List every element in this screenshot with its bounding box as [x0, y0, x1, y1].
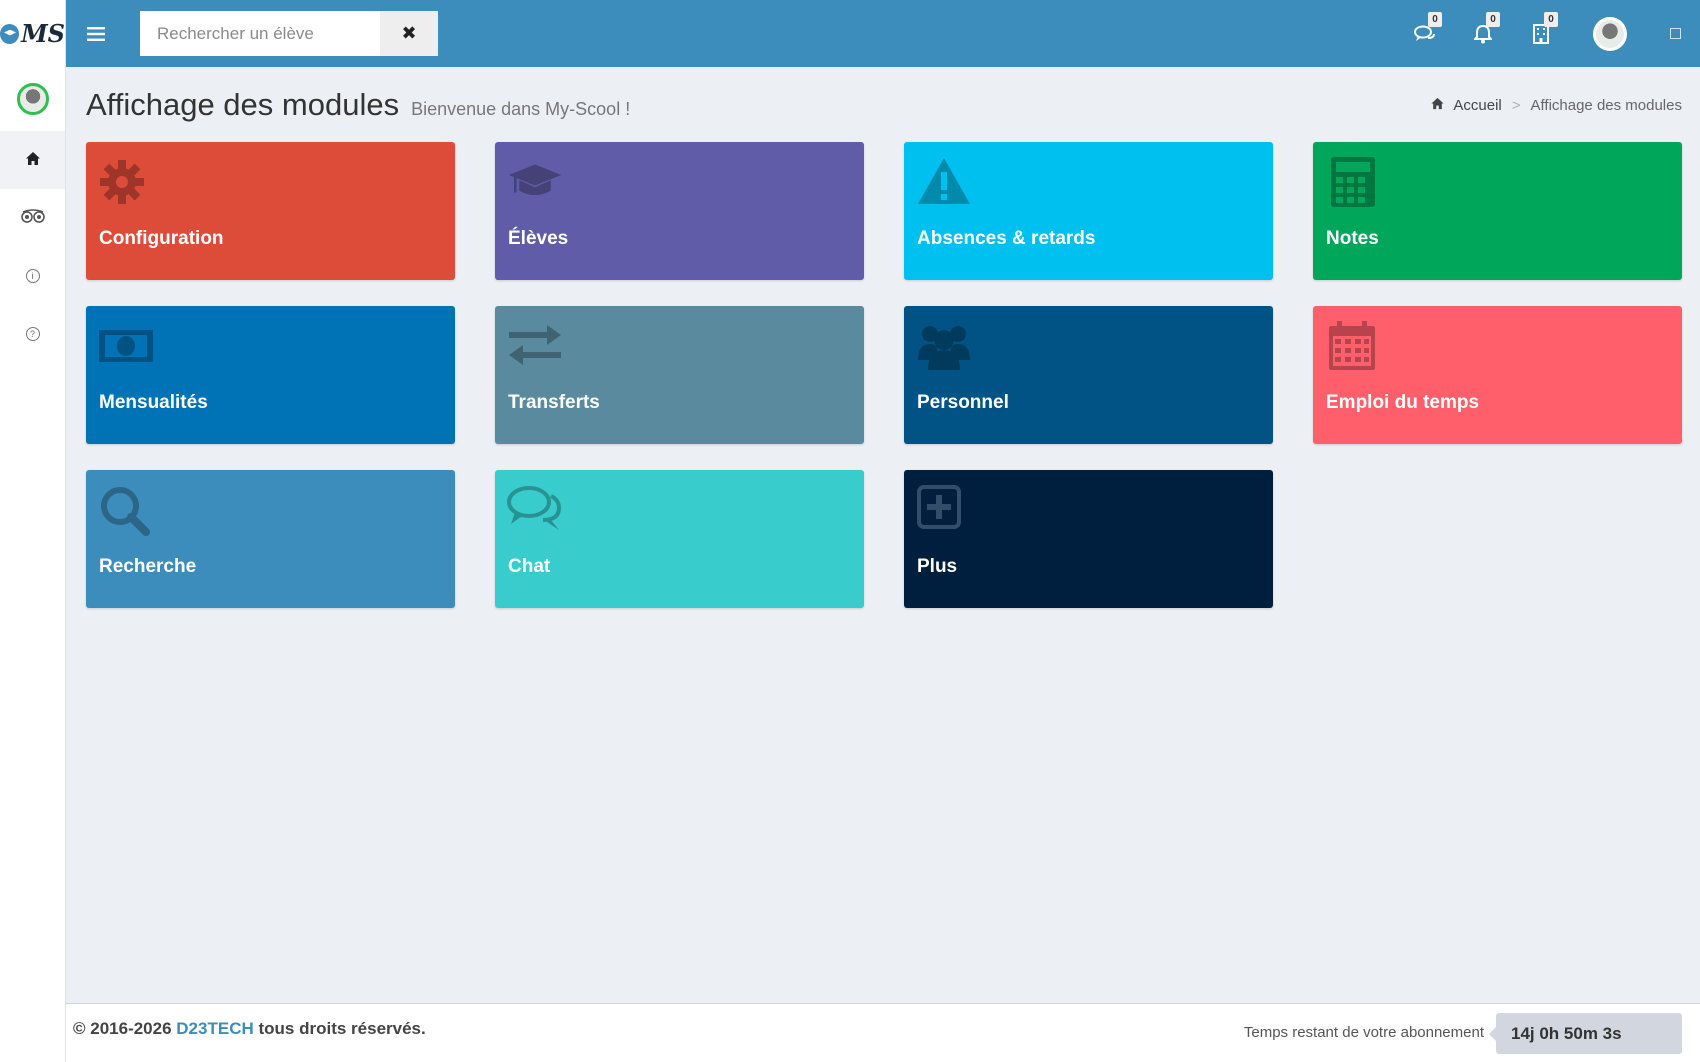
- sidebar-item-help[interactable]: ?: [0, 305, 65, 363]
- footer: © 2016-2026 D23TECH tous droits réservés…: [66, 1003, 1700, 1062]
- copyright-prefix: © 2016-2026: [73, 1019, 172, 1038]
- module-label: Mensualités: [99, 392, 208, 413]
- tasks-button[interactable]: 0: [1512, 0, 1570, 67]
- page-title: Affichage des modules: [86, 87, 400, 122]
- module-label: Plus: [917, 556, 958, 577]
- copyright: © 2016-2026 D23TECH tous droits réservés…: [73, 1019, 426, 1039]
- module-tile-chat[interactable]: Chat: [495, 470, 864, 608]
- search-icon: [98, 484, 154, 536]
- warning-icon: [916, 156, 972, 208]
- gear-icon: [98, 156, 154, 208]
- graduation-cap-icon: [507, 156, 563, 208]
- search-input[interactable]: [140, 11, 380, 56]
- module-tile-configuration[interactable]: Configuration: [86, 142, 455, 280]
- user-avatar: [16, 83, 49, 115]
- exchange-icon: [507, 320, 563, 372]
- search-clear-button[interactable]: ✖: [380, 11, 438, 56]
- tasks-count-badge: 0: [1544, 12, 1558, 27]
- square-icon: [1669, 28, 1681, 39]
- home-icon: [25, 151, 41, 170]
- subscription-label: Temps restant de votre abonnement: [1243, 1024, 1484, 1041]
- module-tile-transferts[interactable]: Transferts: [495, 306, 864, 444]
- module-label: Notes: [1326, 228, 1379, 249]
- module-label: Emploi du temps: [1326, 392, 1480, 413]
- comments-icon: [1414, 25, 1435, 41]
- app-root: MS i ? ✖: [0, 0, 1700, 1062]
- plus-square-icon: [916, 484, 972, 536]
- sidebar-item-view[interactable]: [0, 189, 65, 247]
- sidebar-item-info[interactable]: i: [0, 247, 65, 305]
- help-icon: ?: [25, 327, 40, 341]
- topbar: ✖ 0 0 0: [66, 0, 1700, 67]
- graduation-cap-logo-icon: [0, 23, 20, 44]
- subscription-timer: 14j 0h 50m 3s: [1489, 1013, 1682, 1054]
- copyright-suffix: tous droits réservés.: [258, 1019, 426, 1038]
- module-label: Absences & retards: [917, 228, 1096, 249]
- module-tile-eleves[interactable]: Élèves: [495, 142, 864, 280]
- money-icon: [98, 320, 154, 372]
- topbar-actions: 0 0 0: [1396, 0, 1700, 67]
- module-tile-emploi-du-temps[interactable]: Emploi du temps: [1313, 306, 1682, 444]
- info-icon: i: [25, 269, 40, 283]
- page-header: Affichage des modules Bienvenue dans My-…: [86, 87, 630, 123]
- module-tile-personnel[interactable]: Personnel: [904, 306, 1273, 444]
- module-tile-plus[interactable]: Plus: [904, 470, 1273, 608]
- notifications-button[interactable]: 0: [1454, 0, 1512, 67]
- sidebar: MS i ?: [0, 0, 66, 1062]
- breadcrumb-home-link[interactable]: Accueil: [1453, 97, 1501, 114]
- module-label: Élèves: [508, 228, 569, 249]
- page-subtitle: Bienvenue dans My-Scool !: [411, 99, 631, 119]
- module-tile-recherche[interactable]: Recherche: [86, 470, 455, 608]
- breadcrumb-current: Affichage des modules: [1530, 97, 1683, 114]
- messages-count-badge: 0: [1428, 12, 1442, 27]
- breadcrumb-separator: >: [1511, 97, 1521, 114]
- module-label: Recherche: [99, 556, 197, 577]
- module-label: Configuration: [99, 228, 224, 249]
- notifications-count-badge: 0: [1486, 12, 1500, 27]
- user-avatar-top: [1593, 16, 1627, 51]
- module-label: Personnel: [917, 392, 1009, 413]
- comments-icon: [507, 484, 563, 536]
- module-grid: Configuration Élèves Absences & retards: [86, 142, 1682, 608]
- module-tile-absences[interactable]: Absences & retards: [904, 142, 1273, 280]
- user-menu-button[interactable]: [1570, 0, 1650, 67]
- control-sidebar-toggle[interactable]: [1650, 0, 1700, 67]
- calculator-icon: [1325, 156, 1381, 208]
- users-icon: [916, 320, 972, 372]
- logo[interactable]: MS: [0, 0, 65, 67]
- menu-toggle-button[interactable]: [66, 0, 126, 67]
- module-label: Transferts: [508, 392, 600, 413]
- calendar-icon: [1325, 320, 1381, 372]
- module-tile-notes[interactable]: Notes: [1313, 142, 1682, 280]
- module-label: Chat: [508, 556, 551, 577]
- hamburger-icon: [87, 26, 105, 41]
- sidebar-item-home[interactable]: [0, 131, 65, 189]
- messages-button[interactable]: 0: [1396, 0, 1454, 67]
- student-search: ✖: [140, 11, 438, 56]
- home-icon: [1430, 97, 1445, 114]
- logo-text: MS: [21, 19, 65, 48]
- close-icon: ✖: [401, 23, 417, 43]
- brand-link[interactable]: D23TECH: [176, 1019, 253, 1038]
- breadcrumb: Accueil > Affichage des modules: [1430, 97, 1682, 114]
- sidebar-avatar[interactable]: [0, 67, 65, 131]
- module-tile-mensualites[interactable]: Mensualités: [86, 306, 455, 444]
- binoculars-icon: [20, 209, 45, 227]
